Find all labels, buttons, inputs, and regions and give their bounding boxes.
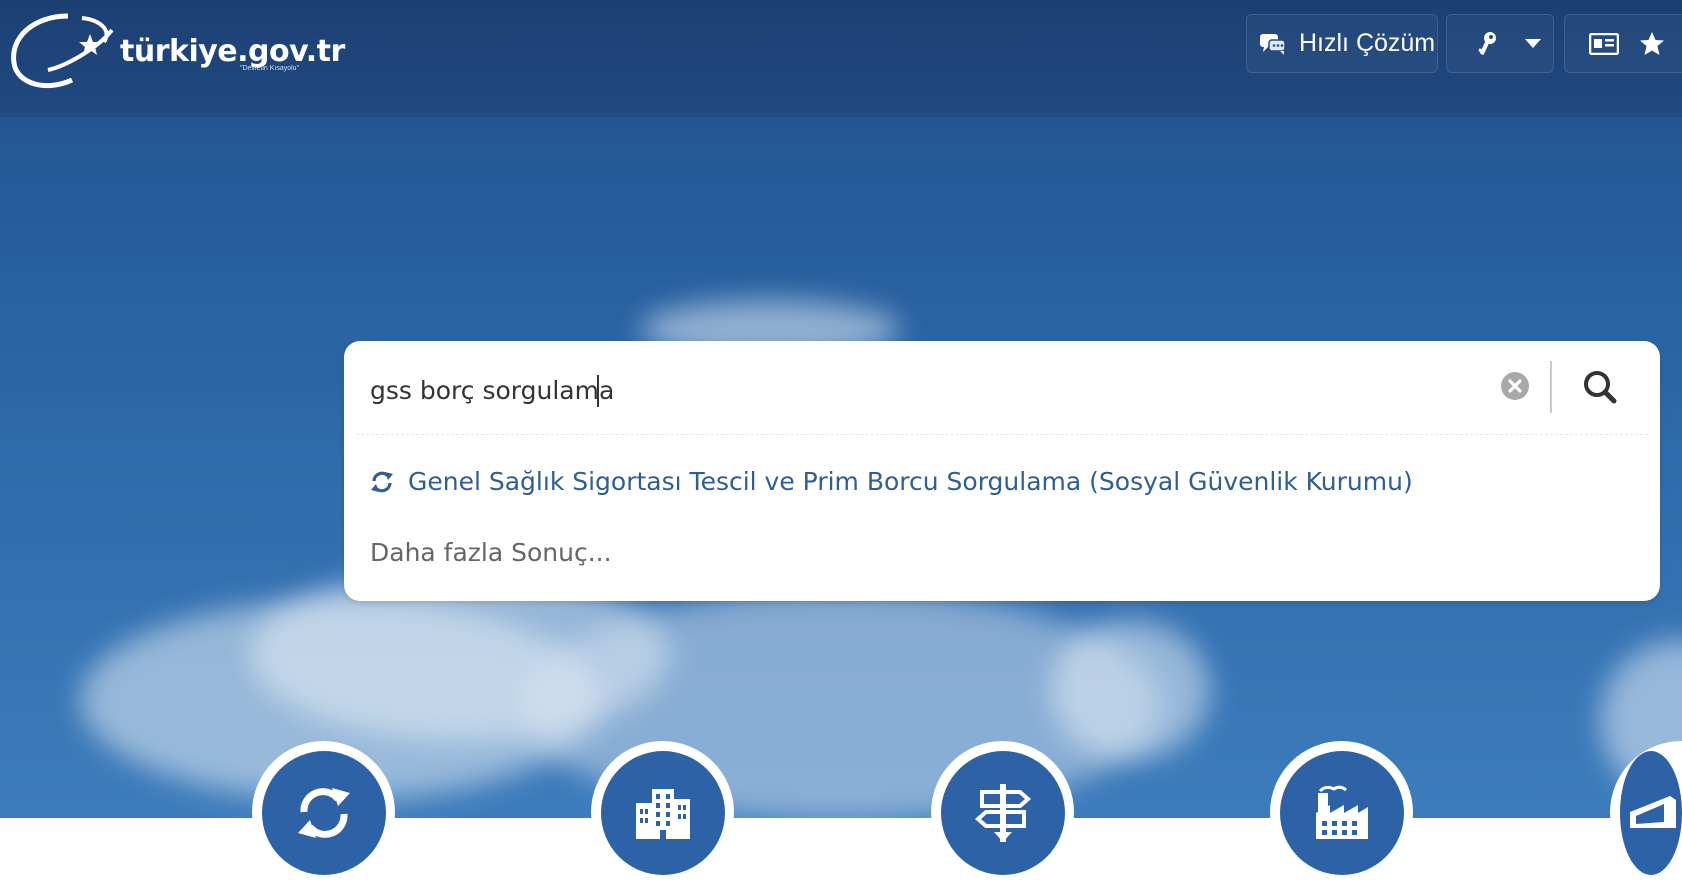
factory-icon xyxy=(1315,785,1368,839)
login-dropdown-button[interactable] xyxy=(1446,14,1554,73)
search-suggestion-label: Genel Sağlık Sigortası Tescil ve Prim Bo… xyxy=(408,467,1413,496)
logo-emblem-icon xyxy=(11,13,114,89)
search-divider xyxy=(1550,361,1552,413)
quick-solution-label: Hızlı Çözüm xyxy=(1299,29,1436,57)
signpost-icon xyxy=(974,783,1031,842)
category-button-institutions[interactable] xyxy=(591,741,734,884)
category-button-business[interactable] xyxy=(1270,741,1413,884)
clear-search-icon[interactable] xyxy=(1500,371,1530,401)
search-input[interactable] xyxy=(370,367,1470,413)
chat-bubbles-icon xyxy=(1260,33,1286,55)
id-card-icon xyxy=(1589,32,1619,55)
logo-text: türkiye.gov.tr xyxy=(120,34,345,69)
category-button-directions[interactable] xyxy=(931,741,1074,884)
account-shortcuts-button[interactable] xyxy=(1564,14,1682,73)
star-icon xyxy=(1640,32,1664,55)
site-logo[interactable]: türkiye.gov.tr "Devletin Kısayolu" xyxy=(8,8,348,92)
caret-down-icon xyxy=(1525,38,1541,48)
search-icon[interactable] xyxy=(1576,365,1624,409)
search-panel: Genel Sağlık Sigortası Tescil ve Prim Bo… xyxy=(344,341,1660,601)
category-button-refresh[interactable] xyxy=(252,741,395,884)
top-navigation-bar: türkiye.gov.tr "Devletin Kısayolu" Hızlı… xyxy=(0,0,1682,117)
logo-tagline: "Devletin Kısayolu" xyxy=(240,65,300,72)
text-caret xyxy=(597,375,599,407)
refresh-icon xyxy=(371,471,393,492)
graduation-cap-icon xyxy=(1630,795,1676,828)
key-icon xyxy=(1478,31,1496,55)
more-results-link[interactable]: Daha fazla Sonuç... xyxy=(370,538,612,567)
quick-solution-button[interactable]: Hızlı Çözüm xyxy=(1246,14,1438,73)
suggestion-separator xyxy=(356,434,1648,435)
search-suggestion-item[interactable]: Genel Sağlık Sigortası Tescil ve Prim Bo… xyxy=(370,467,1413,496)
building-icon xyxy=(635,788,690,839)
refresh-icon xyxy=(297,787,350,838)
